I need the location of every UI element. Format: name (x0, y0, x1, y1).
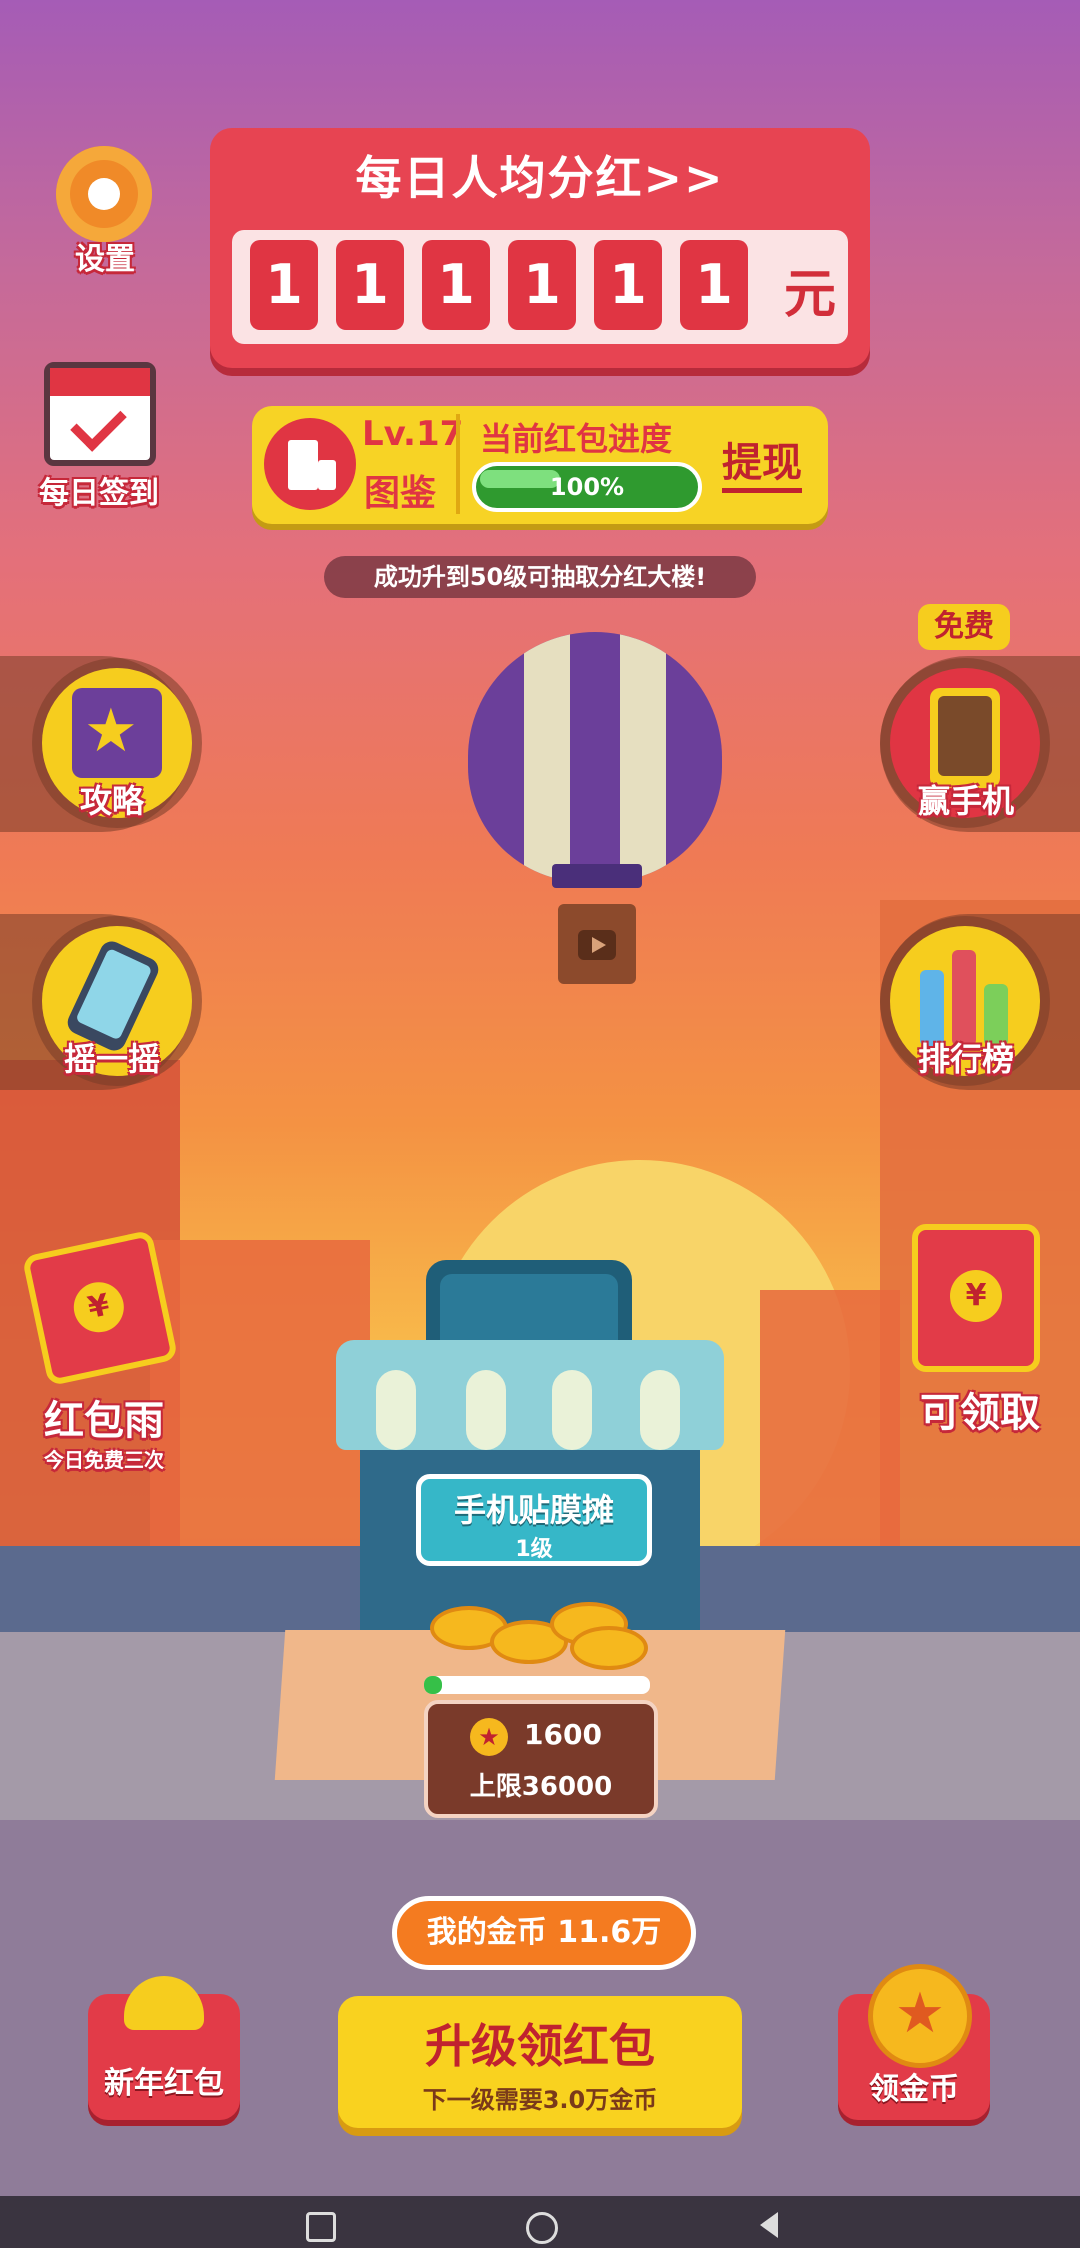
leaderboard-label: 排行榜 (917, 1040, 1014, 1078)
red-packet-icon: ¥ (912, 1224, 1040, 1372)
stall-coin-box: ★ 1600 上限36000 (424, 1700, 658, 1818)
new-year-label: 新年红包 (104, 2066, 224, 2101)
divider (456, 414, 460, 514)
stall-progress-bar (424, 1676, 650, 1694)
currency-unit: 元 (784, 265, 837, 325)
stall-limit: 上限36000 (469, 1772, 613, 1802)
upgrade-notice: 成功升到50级可抽取分红大楼! (324, 556, 756, 598)
play-icon (578, 930, 616, 960)
stall-level: 1级 (515, 1537, 553, 1562)
settings-label: 设置 (75, 242, 135, 277)
free-badge: 免费 (918, 604, 1010, 650)
digit: 1 (250, 240, 318, 330)
recent-apps-icon[interactable] (306, 2212, 336, 2242)
digit: 1 (422, 240, 490, 330)
digit: 1 (680, 240, 748, 330)
system-navigation-bar (0, 2196, 1080, 2248)
level-progress-panel: Lv.17 图鉴 当前红包进度 100% 提现 (252, 406, 828, 524)
red-rain-sub: 今日免费三次 (44, 1448, 164, 1472)
guide-label: 攻略 (79, 782, 144, 820)
checkin-label: 每日签到 (39, 476, 159, 511)
claimable-red-packet[interactable]: ¥ 可领取 (900, 1220, 1060, 1440)
progress-value: 100% (549, 473, 625, 501)
building (760, 1290, 900, 1560)
upgrade-sub: 下一级需要3.0万金币 (422, 2086, 658, 2114)
upgrade-title: 升级领红包 (425, 2019, 655, 2073)
level-text: Lv.17 (362, 414, 464, 454)
stall-awning (336, 1340, 724, 1450)
gear-icon (56, 146, 152, 242)
balloon-ring (552, 864, 642, 888)
back-icon[interactable] (760, 2212, 778, 2238)
claimable-label: 可领取 (920, 1390, 1040, 1436)
stall-coins: 1600 (524, 1718, 602, 1751)
win-phone-label: 赢手机 (917, 782, 1014, 820)
my-coins-display: 我的金币 11.6万 (392, 1896, 696, 1970)
digit: 1 (594, 240, 662, 330)
progress-bar: 100% (472, 462, 702, 512)
coin-icon: ★ (868, 1964, 972, 2068)
red-rain-label: 红包雨 (44, 1398, 164, 1444)
coin-icon: ★ (470, 1718, 508, 1756)
collect-coins-button[interactable]: ★ 领金币 (838, 1964, 990, 2120)
digit: 1 (336, 240, 404, 330)
stall-sign[interactable]: 手机贴膜摊 1级 (416, 1474, 652, 1566)
progress-title: 当前红包进度 (480, 420, 673, 458)
settings-button[interactable]: 设置 (50, 146, 160, 286)
coin-pile[interactable] (430, 1596, 648, 1670)
dividend-digits: 1 1 1 1 1 1 元 (232, 230, 848, 344)
bar-chart-icon-bar (952, 950, 976, 1046)
daily-dividend-banner[interactable]: 每日人均分红>> 1 1 1 1 1 1 元 (210, 128, 870, 368)
book-icon: ★ (72, 688, 162, 778)
withdraw-button[interactable]: 提现 (722, 430, 802, 493)
video-basket[interactable] (558, 904, 636, 984)
catalog-link[interactable]: 图鉴 (364, 464, 436, 516)
hot-air-balloon[interactable] (468, 632, 722, 882)
shake-label: 摇一摇 (63, 1040, 160, 1078)
home-icon[interactable] (526, 2212, 558, 2244)
banner-title: 每日人均分红>> (355, 151, 725, 205)
new-year-red-packet-button[interactable]: 新年红包 (88, 1976, 240, 2120)
collect-coins-label: 领金币 (869, 2072, 959, 2107)
phone-prize-icon (930, 688, 1000, 788)
red-packet-rain-button[interactable]: ¥ 红包雨 今日免费三次 (21, 1229, 184, 1476)
building-icon (264, 418, 356, 510)
digit: 1 (508, 240, 576, 330)
daily-checkin-button[interactable]: 每日签到 (24, 356, 174, 511)
upgrade-button[interactable]: 升级领红包 下一级需要3.0万金币 (338, 1996, 742, 2128)
calendar-icon (44, 362, 156, 466)
red-packet-icon: ¥ (21, 1229, 179, 1387)
stall-name: 手机贴膜摊 (453, 1491, 614, 1529)
game-screen: 每日人均分红>> 1 1 1 1 1 1 元 设置 每日签到 Lv.17 图鉴 (0, 0, 1080, 2248)
